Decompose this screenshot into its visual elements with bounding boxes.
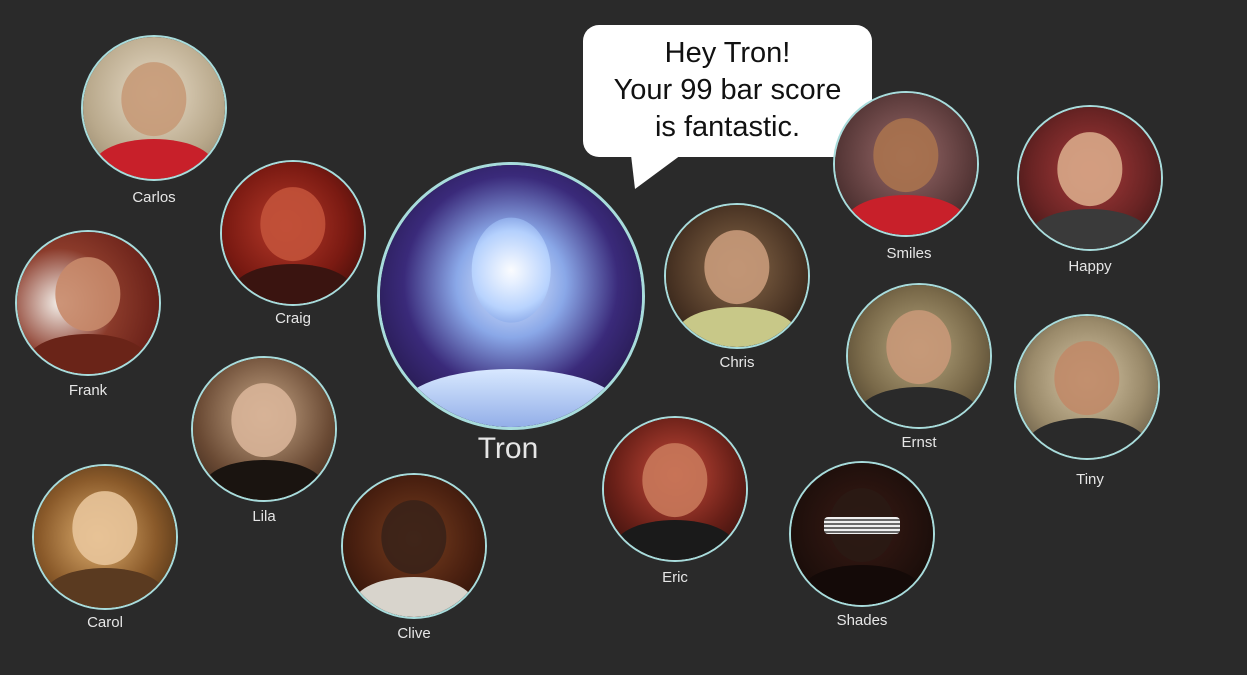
name-smiles: Smiles — [886, 245, 932, 262]
avatar-carlos[interactable] — [81, 35, 227, 181]
name-carlos: Carlos — [132, 189, 176, 206]
avatar-clive[interactable] — [341, 473, 487, 619]
name-chris: Chris — [719, 354, 755, 371]
name-tiny: Tiny — [1076, 471, 1104, 488]
speech-bubble: Hey Tron! Your 99 bar score is fantastic… — [583, 25, 872, 189]
name-frank: Frank — [68, 382, 108, 399]
bubble-line-2: Your 99 bar score — [613, 74, 842, 106]
avatar-chris[interactable] — [664, 203, 810, 349]
avatar-craig[interactable] — [220, 160, 366, 306]
name-carol: Carol — [87, 614, 123, 631]
shutter-shades-icon — [823, 516, 901, 534]
name-happy: Happy — [1068, 258, 1112, 275]
avatar-shades[interactable] — [789, 461, 935, 607]
avatar-tron[interactable] — [377, 162, 645, 430]
avatar-carol[interactable] — [32, 464, 178, 610]
name-shades: Shades — [836, 612, 888, 629]
bubble-line-1: Hey Tron! — [664, 37, 791, 69]
name-eric: Eric — [662, 569, 688, 586]
avatar-ernst[interactable] — [846, 283, 992, 429]
name-tron: Tron — [477, 432, 539, 465]
avatar-eric[interactable] — [602, 416, 748, 562]
avatar-smiles[interactable] — [833, 91, 979, 237]
name-ernst: Ernst — [901, 434, 937, 451]
avatar-frank[interactable] — [15, 230, 161, 376]
avatar-happy[interactable] — [1017, 105, 1163, 251]
name-clive: Clive — [397, 625, 431, 642]
bubble-line-3: is fantastic. — [654, 111, 801, 143]
name-craig: Craig — [275, 310, 311, 327]
avatar-tiny[interactable] — [1014, 314, 1160, 460]
avatar-lila[interactable] — [191, 356, 337, 502]
name-lila: Lila — [252, 508, 276, 525]
